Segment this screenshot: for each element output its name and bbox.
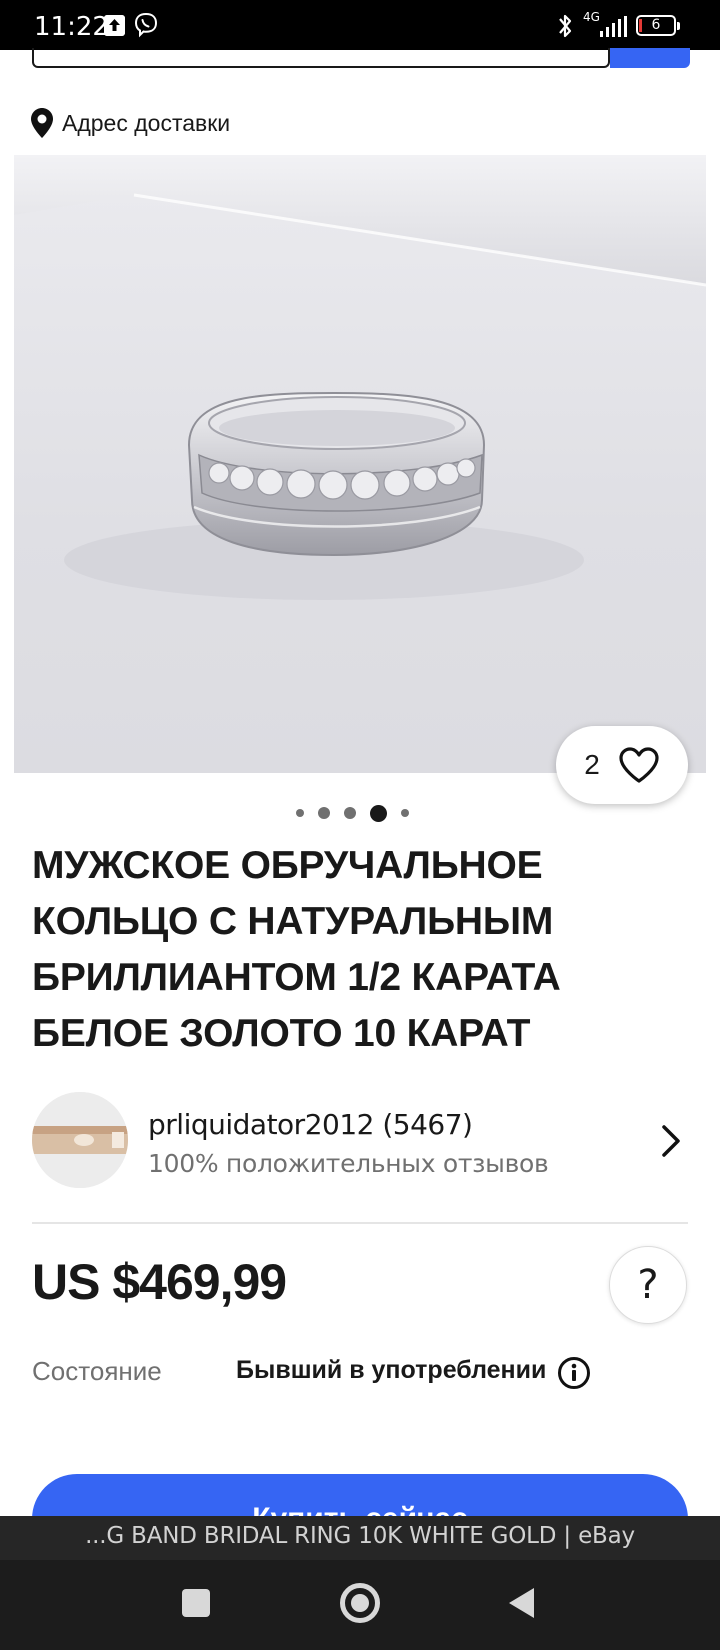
back-icon[interactable] [506, 1586, 536, 1620]
heart-icon [619, 747, 659, 783]
product-image[interactable] [14, 155, 706, 773]
ring-photo [14, 155, 706, 600]
home-icon[interactable] [340, 1583, 380, 1623]
carousel-dot[interactable] [296, 809, 304, 817]
carousel-dot[interactable] [344, 807, 356, 819]
search-input[interactable] [32, 48, 610, 68]
battery-icon: 6 [636, 15, 680, 36]
search-button[interactable] [610, 48, 690, 68]
seller-row[interactable]: prliquidator2012 (5467) 100% положительн… [32, 1092, 692, 1190]
condition-value: Бывший в употреблении [236, 1356, 547, 1384]
carousel-dot[interactable] [401, 809, 409, 817]
upload-icon [104, 15, 125, 36]
status-time: 11:22 [34, 12, 109, 42]
seller-avatar [32, 1092, 128, 1188]
delivery-address[interactable]: Адрес доставки [30, 103, 230, 143]
carousel-dots[interactable] [296, 803, 409, 823]
carousel-dot[interactable] [318, 807, 330, 819]
watch-count: 2 [584, 749, 600, 780]
chevron-right-icon [662, 1125, 680, 1157]
signal-icon [600, 16, 627, 37]
item-price: US $469,99 [32, 1254, 287, 1310]
condition-label: Состояние [32, 1356, 162, 1386]
seller-name: prliquidator2012 (5467) [148, 1108, 473, 1141]
seller-feedback: 100% положительных отзывов [148, 1149, 549, 1178]
status-bar: 11:22 4G 6 [0, 0, 720, 50]
carousel-dot-active[interactable] [370, 804, 387, 822]
delivery-address-label: Адрес доставки [62, 109, 231, 136]
item-title: МУЖСКОЕ ОБРУЧАЛЬНОЕ КОЛЬЦО С НАТУРАЛЬНЫМ… [32, 844, 561, 1055]
page-title-bar: ...G BAND BRIDAL RING 10K WHITE GOLD | e… [0, 1516, 720, 1560]
recents-icon[interactable] [182, 1589, 210, 1617]
viber-icon [134, 12, 158, 38]
help-button[interactable]: ? [609, 1246, 687, 1324]
watch-button[interactable]: 2 [556, 726, 688, 804]
info-icon[interactable] [557, 1356, 591, 1390]
bluetooth-icon [559, 14, 572, 38]
battery-level: 6 [651, 17, 661, 33]
divider [32, 1222, 688, 1224]
location-pin-icon [31, 108, 53, 138]
